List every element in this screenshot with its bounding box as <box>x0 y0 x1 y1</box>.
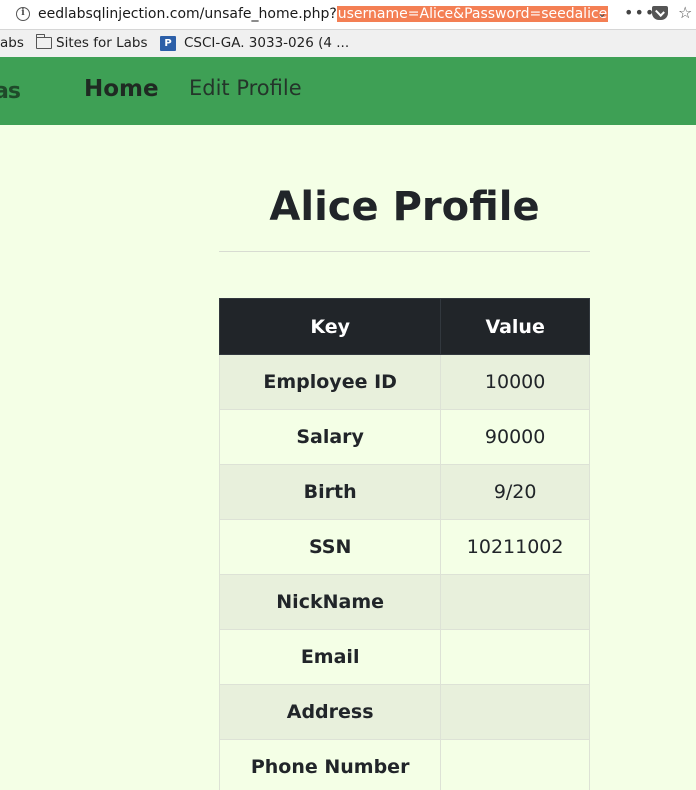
row-value: 10211002 <box>440 519 590 575</box>
row-value <box>440 739 590 790</box>
row-value <box>440 684 590 740</box>
title-divider <box>219 251 590 252</box>
row-key: NickName <box>218 574 442 630</box>
row-value: 9/20 <box>440 464 590 520</box>
table-row: Email <box>218 629 590 685</box>
nav-edit-profile-link[interactable]: Edit Profile <box>189 76 302 100</box>
pocket-icon[interactable] <box>652 6 668 20</box>
row-value: 90000 <box>440 409 590 465</box>
table-row: Employee ID 10000 <box>218 354 590 410</box>
row-key: SSN <box>218 519 442 575</box>
table-row: NickName <box>218 574 590 630</box>
column-header-key: Key <box>218 298 442 355</box>
nav-home-link[interactable]: Home <box>84 76 159 102</box>
bookmarks-bar: abs Sites for Labs P CSCI-GA. 3033-026 (… <box>0 30 696 57</box>
row-key: Phone Number <box>218 739 442 790</box>
row-value: 10000 <box>440 354 590 410</box>
bookmark-item-csci[interactable]: CSCI-GA. 3033-026 (4 ... <box>184 34 349 52</box>
table-header-row: Key Value <box>218 298 590 355</box>
row-key: Birth <box>218 464 442 520</box>
row-key: Salary <box>218 409 442 465</box>
table-row: Phone Number <box>218 739 590 790</box>
site-navbar: as Home Edit Profile <box>0 57 696 125</box>
row-value <box>440 574 590 630</box>
url-text[interactable]: eedlabsqlinjection.com/unsafe_home.php?u… <box>38 5 609 23</box>
url-path: eedlabsqlinjection.com/unsafe_home.php? <box>38 6 337 22</box>
bookmark-item-sites-for-labs[interactable]: Sites for Labs <box>56 34 148 52</box>
bookmark-star-icon[interactable]: ☆ <box>678 3 692 22</box>
column-header-value: Value <box>440 298 590 355</box>
table-row: Salary 90000 <box>218 409 590 465</box>
row-key: Address <box>218 684 442 740</box>
page-title: Alice Profile <box>269 184 540 230</box>
bookmark-item-labs[interactable]: abs <box>0 34 24 52</box>
row-key: Employee ID <box>218 354 442 410</box>
url-bar[interactable]: i eedlabsqlinjection.com/unsafe_home.php… <box>0 0 696 30</box>
page-actions-menu-icon[interactable]: ••• <box>624 3 655 22</box>
site-favicon-icon: P <box>160 36 176 51</box>
table-row: Birth 9/20 <box>218 464 590 520</box>
brand-logo[interactable]: as <box>0 79 21 104</box>
url-query-highlighted: username=Alice&Password=seedalice <box>336 6 609 22</box>
info-icon[interactable]: i <box>16 7 30 21</box>
table-row: SSN 10211002 <box>218 519 590 575</box>
folder-icon <box>36 34 52 49</box>
url-dropdown-icon[interactable]: ⌄ <box>597 6 607 20</box>
table-row: Address <box>218 684 590 740</box>
profile-table: Key Value Employee ID 10000 Salary 90000… <box>218 298 590 790</box>
row-key: Email <box>218 629 442 685</box>
row-value <box>440 629 590 685</box>
